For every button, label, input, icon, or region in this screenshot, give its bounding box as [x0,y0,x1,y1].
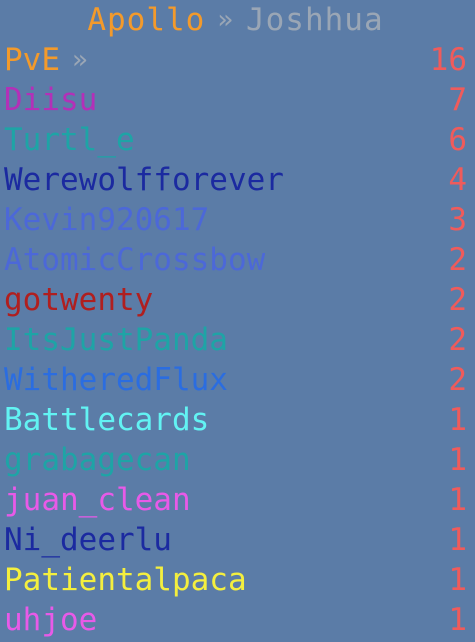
player-entry-name: gotwenty [4,282,154,318]
leaderboard-row: Werewolfforever 4 [4,160,467,200]
player-entry-name: Turtl_e [4,122,135,158]
player-entry-score: 1 [448,442,467,478]
leaderboard-row: grabagecan 1 [4,440,467,480]
leaderboard-row: ItsJustPanda 2 [4,320,467,360]
player-entry-name: juan_clean [4,482,191,518]
leaderboard-row: Turtl_e 6 [4,120,467,160]
leaderboard-list: Diisu 7 Turtl_e 6 Werewolfforever 4 Kevin92061… [4,80,467,640]
player-entry-score: 2 [448,322,467,358]
player-entry-score: 6 [448,122,467,158]
player-entry-score: 1 [448,602,467,638]
scoreboard-header: Apollo » Joshhua [4,0,467,40]
player-entry-score: 3 [448,202,467,238]
leaderboard-row: Battlecards 1 [4,400,467,440]
player-entry-score: 2 [448,362,467,398]
player-entry-name: Patientalpaca [4,562,247,598]
leaderboard-row: Ni_deerlu 1 [4,520,467,560]
player-entry-score: 2 [448,282,467,318]
leaderboard-row: uhjoe 1 [4,600,467,640]
player-entry-score: 1 [448,562,467,598]
category-score: 16 [429,42,467,78]
player-entry-name: uhjoe [4,602,98,638]
leaderboard-row: Diisu 7 [4,80,467,120]
category-label-wrap: PvE » [4,40,88,80]
leaderboard-row: gotwenty 2 [4,280,467,320]
player-entry-name: Werewolfforever [4,162,284,198]
leaderboard-row: Patientalpaca 1 [4,560,467,600]
player-entry-name: WitheredFlux [4,362,228,398]
player-entry-name: grabagecan [4,442,191,478]
player-entry-score: 1 [448,482,467,518]
player-entry-name: AtomicCrossbow [4,242,266,278]
player-name: Joshhua [245,2,384,38]
player-entry-name: Ni_deerlu [4,522,172,558]
header-separator-icon: » [217,5,234,35]
player-entry-score: 7 [448,82,467,118]
leaderboard-row: Kevin920617 3 [4,200,467,240]
leaderboard-row: WitheredFlux 2 [4,360,467,400]
category-row: PvE » 16 [4,40,467,80]
player-entry-name: Kevin920617 [4,202,210,238]
player-entry-score: 1 [448,522,467,558]
scoreboard: Apollo » Joshhua PvE » 16 Diisu 7 Turtl_e 6… [0,0,475,642]
player-entry-name: Diisu [4,82,98,118]
server-name: Apollo [87,2,206,38]
leaderboard-row: juan_clean 1 [4,480,467,520]
player-entry-score: 1 [448,402,467,438]
player-entry-score: 2 [448,242,467,278]
player-entry-score: 4 [448,162,467,198]
category-label: PvE [4,42,60,78]
category-arrow-icon: » [72,45,88,75]
player-entry-name: Battlecards [4,402,210,438]
leaderboard-row: AtomicCrossbow 2 [4,240,467,280]
player-entry-name: ItsJustPanda [4,322,228,358]
